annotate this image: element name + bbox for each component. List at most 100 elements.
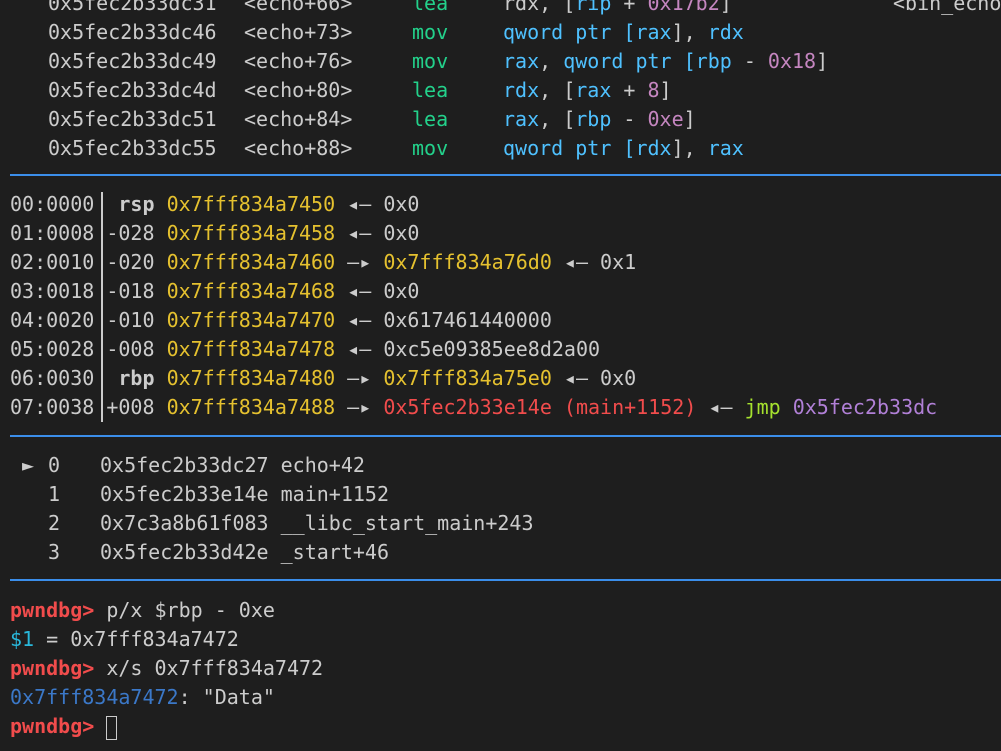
stack-index: 01:0008 <box>10 221 95 245</box>
pointer-arrow: ◂— <box>335 192 384 216</box>
operand: rbp <box>575 107 612 131</box>
prompt: pwndbg> <box>10 656 95 680</box>
stack-row: 02:0010 -020 0x7fff834a7460 —▸ 0x7fff834… <box>10 248 636 277</box>
pointer-arrow: —▸ <box>335 250 384 274</box>
disasm-line: 0x5fec2b33dc4d <box>48 76 217 105</box>
pointer-arrow: ◂— <box>335 279 384 303</box>
stack-row: 03:0018 -018 0x7fff834a7468 ◂— 0x0 <box>10 277 419 306</box>
console-line-4: 0x7fff834a7472: "Data" <box>10 683 275 712</box>
console-line-2: $1 = 0x7fff834a7472 <box>10 625 239 654</box>
stack-value: 0x7fff834a76d0 <box>383 250 552 274</box>
operand: , [ <box>539 107 576 131</box>
mnemonic: mov <box>412 136 449 160</box>
stack-value: 0x7fff834a75e0 <box>383 366 552 390</box>
frame-address: 0x5fec2b33d42e <box>100 540 269 564</box>
operand: 8 <box>647 78 660 102</box>
instruction-symbol: <echo+80> <box>244 78 353 102</box>
disasm-symbol: <echo+76> <box>244 47 352 76</box>
operand: qword ptr [ <box>503 20 636 44</box>
backtrace-frame-number: 3 <box>48 538 60 567</box>
chain-tail: jmp <box>744 395 781 419</box>
stack-offset: -028 <box>106 221 155 245</box>
operand: + <box>611 0 648 15</box>
stack-divider <box>101 192 103 422</box>
console-input-line[interactable]: pwndbg> <box>10 712 118 741</box>
stack-address: 0x7fff834a7480 <box>166 366 336 390</box>
mnemonic: lea <box>412 78 449 102</box>
stack-row: 01:0008 -028 0x7fff834a7458 ◂— 0x0 <box>10 219 419 248</box>
current-frame-marker: ► <box>22 453 35 477</box>
text-cursor[interactable] <box>106 715 118 740</box>
backtrace-frame: 0x5fec2b33dc27 echo+42 <box>100 451 365 480</box>
operand: ] <box>683 107 696 131</box>
prompt: pwndbg> <box>10 714 95 738</box>
frame-symbol: echo+42 <box>280 453 365 477</box>
disasm-symbol: <echo+66> <box>244 0 352 18</box>
operand: rdx <box>707 20 744 44</box>
operand: qword ptr [ <box>563 49 696 73</box>
backtrace-frame-number: 0 <box>48 451 60 480</box>
stack-address: 0x7fff834a7470 <box>166 308 336 332</box>
disasm-operands: rdx, [rax + 8] <box>503 76 672 105</box>
disasm-symbol: <echo+80> <box>244 76 352 105</box>
frame-address: 0x5fec2b33dc27 <box>100 453 269 477</box>
disasm-symbol: <echo+73> <box>244 18 352 47</box>
instruction-address: 0x5fec2b33dc4d <box>48 78 217 102</box>
backtrace-frame: 0x5fec2b33d42e _start+46 <box>100 538 389 567</box>
disasm-mnemonic: mov <box>412 18 448 47</box>
frame-number: 2 <box>48 511 61 535</box>
operand: , <box>539 49 564 73</box>
disasm-operands: qword ptr [rax], rdx <box>503 18 744 47</box>
instruction-address: 0x5fec2b33dc46 <box>48 20 217 44</box>
operand: rax <box>503 107 540 131</box>
separator-stack <box>10 435 1001 437</box>
stack-row: 07:0038 +008 0x7fff834a7488 —▸ 0x5fec2b3… <box>10 393 937 422</box>
stack-index: 02:0010 <box>10 250 95 274</box>
frame-address: 0x5fec2b33e14e <box>100 482 269 506</box>
pointer-arrow: ◂— <box>335 308 384 332</box>
stack-index: 04:0020 <box>10 308 95 332</box>
operand: rax <box>707 136 744 160</box>
comment: <bin_echo <box>893 0 1001 15</box>
stack-index: 03:0018 <box>10 279 95 303</box>
pointer-arrow: —▸ <box>335 395 384 419</box>
operand: qword ptr [ <box>503 136 636 160</box>
console-line-1: pwndbg> p/x $rbp - 0xe <box>10 596 275 625</box>
command-text: x/s 0x7fff834a7472 <box>94 656 324 680</box>
operand: , [ <box>539 78 576 102</box>
frame-marker: ► <box>22 451 34 480</box>
disasm-operands: qword ptr [rdx], rax <box>503 134 744 163</box>
stack-row: 04:0020 -010 0x7fff834a7470 ◂— 0x6174614… <box>10 306 552 335</box>
backtrace-frame: 0x7c3a8b61f083 __libc_start_main+243 <box>100 509 534 538</box>
mnemonic: lea <box>412 0 449 15</box>
stack-value: 0xc5e09385ee8d2a00 <box>383 337 601 361</box>
operand: rax <box>503 49 540 73</box>
operand: - <box>731 49 768 73</box>
disasm-mnemonic: lea <box>412 76 448 105</box>
stack-index: 00:0000 <box>10 192 95 216</box>
backtrace-frame: 0x5fec2b33e14e main+1152 <box>100 480 389 509</box>
stack-address: 0x7fff834a7450 <box>166 192 336 216</box>
frame-address: 0x7c3a8b61f083 <box>100 511 269 535</box>
stack-offset: -018 <box>106 279 155 303</box>
separator-disasm <box>10 174 1001 176</box>
disasm-line: 0x5fec2b33dc51 <box>48 105 217 134</box>
stack-address: 0x7fff834a7478 <box>166 337 336 361</box>
stack-offset: -010 <box>106 308 155 332</box>
pointer-arrow: ◂— <box>335 337 384 361</box>
prompt: pwndbg> <box>10 598 95 622</box>
pointer-arrow: ◂— <box>335 221 384 245</box>
operand: ] <box>816 49 829 73</box>
frame-number: 1 <box>48 482 61 506</box>
stack-value: 0x0 <box>383 221 420 245</box>
command-text: p/x $rbp - 0xe <box>94 598 275 622</box>
disasm-line: 0x5fec2b33dc31 <box>48 0 217 18</box>
chain-tail: ◂— 0x0 <box>551 366 637 390</box>
chain-tail: ◂— <box>696 395 745 419</box>
